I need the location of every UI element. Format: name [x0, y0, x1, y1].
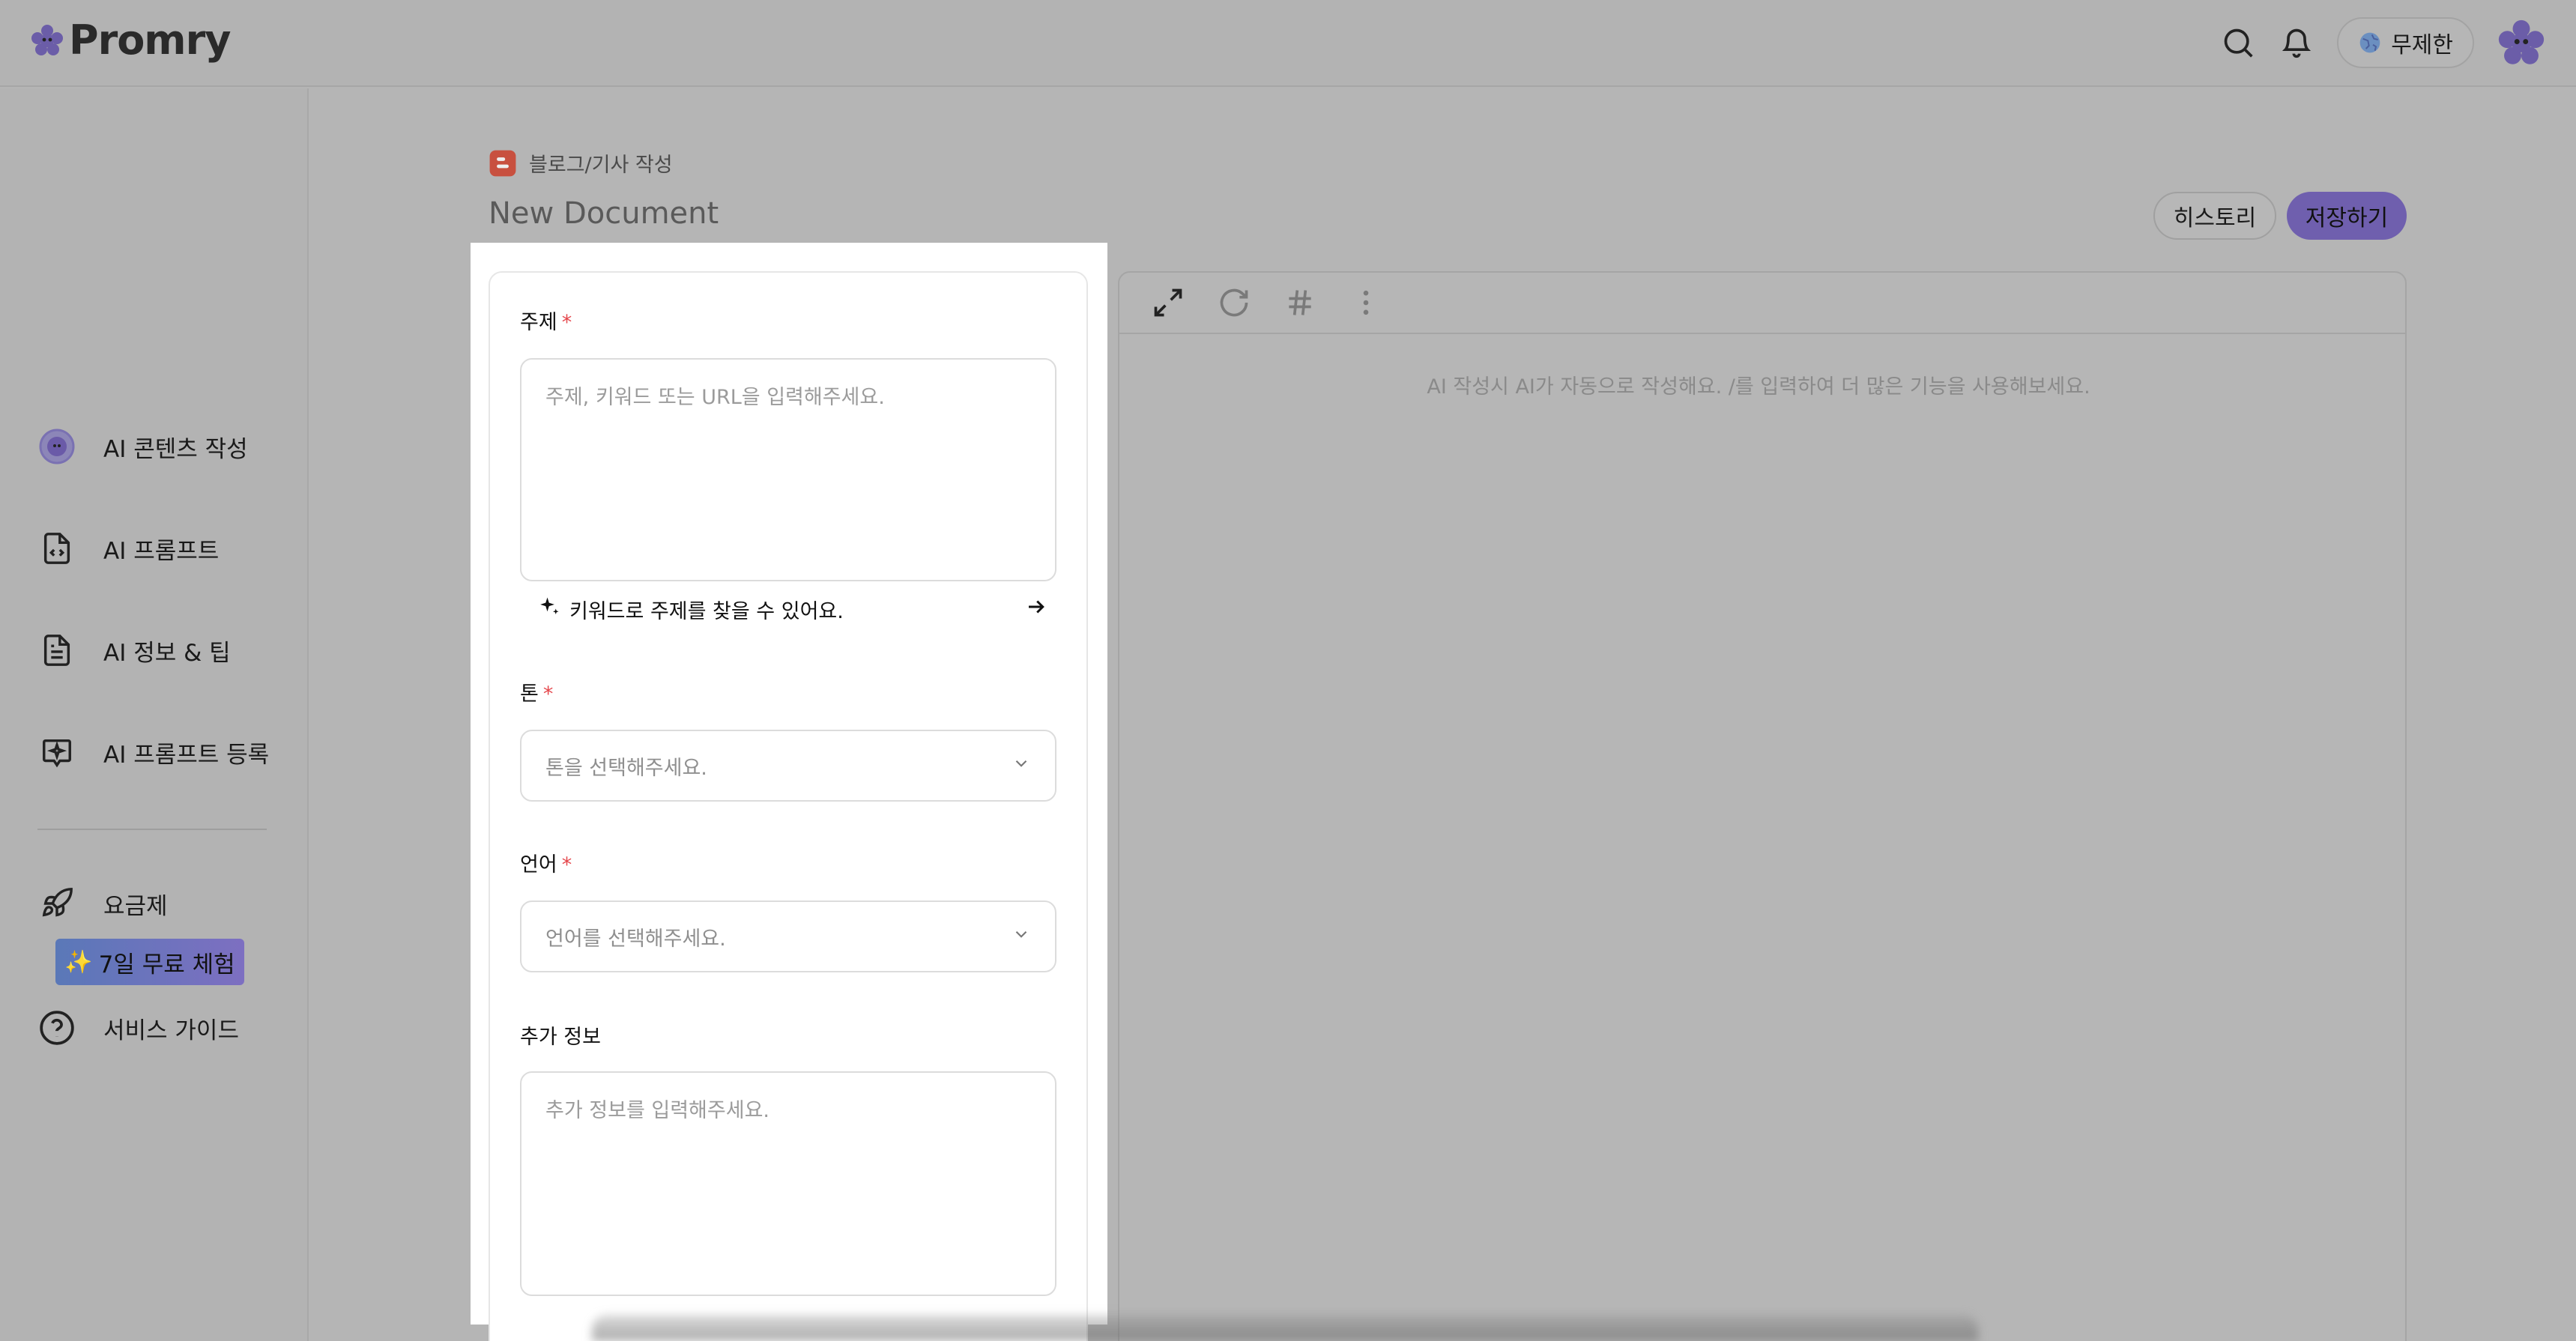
document-title[interactable]: New Document — [489, 196, 719, 231]
save-button[interactable]: 저장하기 — [2287, 192, 2407, 240]
refresh-icon[interactable] — [1215, 284, 1253, 321]
chevron-down-icon — [1012, 924, 1031, 949]
sidebar-item-ai-content[interactable]: AI 콘텐츠 작성 — [37, 427, 248, 466]
search-icon[interactable] — [2220, 25, 2256, 61]
sidebar-item-label: AI 프롬프트 등록 — [103, 741, 270, 769]
language-label: 언어 * — [520, 853, 572, 877]
flower-logo-icon — [31, 24, 63, 55]
arrow-right-icon — [1025, 596, 1047, 623]
sidebar-item-label: 요금제 — [103, 892, 168, 920]
code-file-icon — [37, 529, 76, 568]
brand-name: Promry — [69, 16, 231, 64]
top-header: Promry 무제한 — [0, 0, 2576, 87]
sidebar-item-label: AI 프롬프트 — [103, 537, 220, 565]
globe-icon — [2359, 32, 2380, 53]
more-vertical-icon[interactable] — [1347, 284, 1385, 321]
sidebar-item-ai-info[interactable]: AI 정보 & 팁 — [37, 631, 231, 670]
expand-icon[interactable] — [1149, 284, 1187, 321]
editor-toolbar — [1119, 273, 2405, 334]
extra-info-input[interactable]: 추가 정보를 입력해주세요. — [520, 1071, 1056, 1296]
language-placeholder: 언어를 선택해주세요. — [545, 927, 726, 951]
bell-icon[interactable] — [2279, 25, 2315, 61]
tone-placeholder: 톤을 선택해주세요. — [545, 756, 707, 780]
editor-panel: AI 작성시 AI가 자동으로 작성해요. /를 입력하여 더 많은 기능을 사… — [1118, 271, 2407, 1341]
breadcrumb: 블로그/기사 작성 — [489, 148, 673, 178]
tone-select[interactable]: 톤을 선택해주세요. — [520, 730, 1056, 802]
hash-icon[interactable] — [1281, 284, 1319, 321]
avatar-icon[interactable] — [2497, 18, 2546, 67]
sidebar-item-label: AI 콘텐츠 작성 — [103, 435, 248, 463]
document-icon — [37, 631, 76, 670]
plan-badge[interactable]: 무제한 — [2337, 17, 2474, 68]
language-select[interactable]: 언어를 선택해주세요. — [520, 900, 1056, 972]
topic-label: 주제 * — [520, 311, 572, 334]
plan-label: 무제한 — [2391, 32, 2453, 58]
form-spotlight: 주제 * 주제, 키워드 또는 URL을 입력해주세요. 키워드로 주제를 찾을 … — [471, 243, 1107, 1341]
sparkle-icon — [538, 596, 560, 623]
sparkle-icon: ✨ — [64, 948, 93, 975]
sidebar-item-label: 서비스 가이드 — [103, 1017, 239, 1044]
breadcrumb-text: 블로그/기사 작성 — [529, 154, 673, 177]
help-circle-icon — [37, 1008, 76, 1047]
sidebar-divider — [37, 829, 267, 830]
keyword-suggest-text: 키워드로 주제를 찾을 수 있어요. — [569, 600, 844, 623]
sidebar-item-prompt-register[interactable]: AI 프롬프트 등록 — [37, 733, 269, 772]
chevron-down-icon — [1012, 754, 1031, 778]
ai-content-icon — [37, 427, 76, 466]
extra-info-placeholder: 추가 정보를 입력해주세요. — [545, 1099, 770, 1122]
trial-label: 7일 무료 체험 — [98, 951, 235, 978]
extra-info-label: 추가 정보 — [520, 1026, 601, 1049]
topic-placeholder: 주제, 키워드 또는 URL을 입력해주세요. — [545, 386, 885, 409]
tone-label: 톤 * — [520, 682, 554, 706]
content-form: 주제 * 주제, 키워드 또는 URL을 입력해주세요. 키워드로 주제를 찾을 … — [489, 271, 1088, 1341]
history-button[interactable]: 히스토리 — [2153, 192, 2276, 240]
editor-placeholder[interactable]: AI 작성시 AI가 자동으로 작성해요. /를 입력하여 더 많은 기능을 사… — [1119, 370, 2405, 399]
sidebar-item-pricing[interactable]: 요금제 — [37, 884, 168, 923]
free-trial-badge[interactable]: ✨ 7일 무료 체험 — [55, 939, 244, 985]
keyword-suggest-link[interactable]: 키워드로 주제를 찾을 수 있어요. — [538, 595, 1047, 624]
sparkle-chat-icon — [37, 733, 76, 772]
sidebar-item-ai-prompt[interactable]: AI 프롬프트 — [37, 529, 219, 568]
sidebar-item-label: AI 정보 & 팁 — [103, 639, 231, 667]
blogger-icon — [489, 150, 516, 176]
rocket-icon — [37, 884, 76, 923]
topic-input[interactable]: 주제, 키워드 또는 URL을 입력해주세요. — [520, 358, 1056, 581]
brand-logo[interactable]: Promry — [30, 16, 231, 64]
sidebar: AI 콘텐츠 작성 AI 프롬프트 AI 정보 & 팁 AI 프롬프트 등록 요… — [0, 88, 309, 1341]
sidebar-item-guide[interactable]: 서비스 가이드 — [37, 1008, 239, 1047]
bottom-shadow — [592, 1315, 1978, 1341]
